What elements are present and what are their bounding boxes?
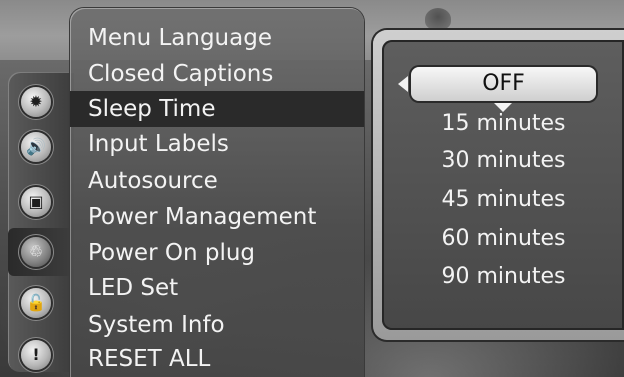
menu-item-autosource[interactable]: Autosource	[70, 163, 364, 199]
menu-item-power-on-plug[interactable]: Power On plug	[70, 235, 364, 271]
menu-item-power-management[interactable]: Power Management	[70, 199, 364, 235]
menu-item-led-set[interactable]: LED Set	[70, 270, 364, 306]
sleep-time-current-value[interactable]: OFF	[411, 67, 596, 101]
audio-icon[interactable]: 🔊	[21, 132, 51, 162]
sleep-option-15[interactable]: 15 minutes	[411, 105, 596, 143]
menu-item-input-labels[interactable]: Input Labels	[70, 126, 364, 162]
background-figure	[425, 8, 451, 30]
help-icon[interactable]: !	[21, 340, 51, 370]
picture-settings-icon[interactable]: ✹	[21, 87, 51, 117]
sleep-option-30[interactable]: 30 minutes	[411, 142, 596, 180]
arrow-left-icon	[398, 76, 408, 92]
sleep-option-45[interactable]: 45 minutes	[411, 181, 596, 219]
menu-item-system-info[interactable]: System Info	[70, 307, 364, 343]
sleep-option-90[interactable]: 90 minutes	[411, 258, 596, 296]
setup-menu: Menu Language Closed Captions Sleep Time…	[70, 8, 364, 377]
menu-item-reset-all[interactable]: RESET ALL	[70, 341, 364, 377]
menu-item-sleep-time[interactable]: Sleep Time	[70, 91, 364, 127]
setup-icon[interactable]: ♲	[21, 237, 51, 267]
menu-item-closed-captions[interactable]: Closed Captions	[70, 56, 364, 92]
menu-item-menu-language[interactable]: Menu Language	[70, 20, 364, 56]
lock-icon[interactable]: 🔓	[21, 288, 51, 318]
category-rail	[8, 72, 74, 372]
tv-icon[interactable]: ▣	[21, 187, 51, 217]
tv-osd-screen: ✹ 🔊 ▣ ♲ 🔓 ! Menu Language Closed Caption…	[0, 0, 624, 377]
sleep-option-60[interactable]: 60 minutes	[411, 220, 596, 258]
